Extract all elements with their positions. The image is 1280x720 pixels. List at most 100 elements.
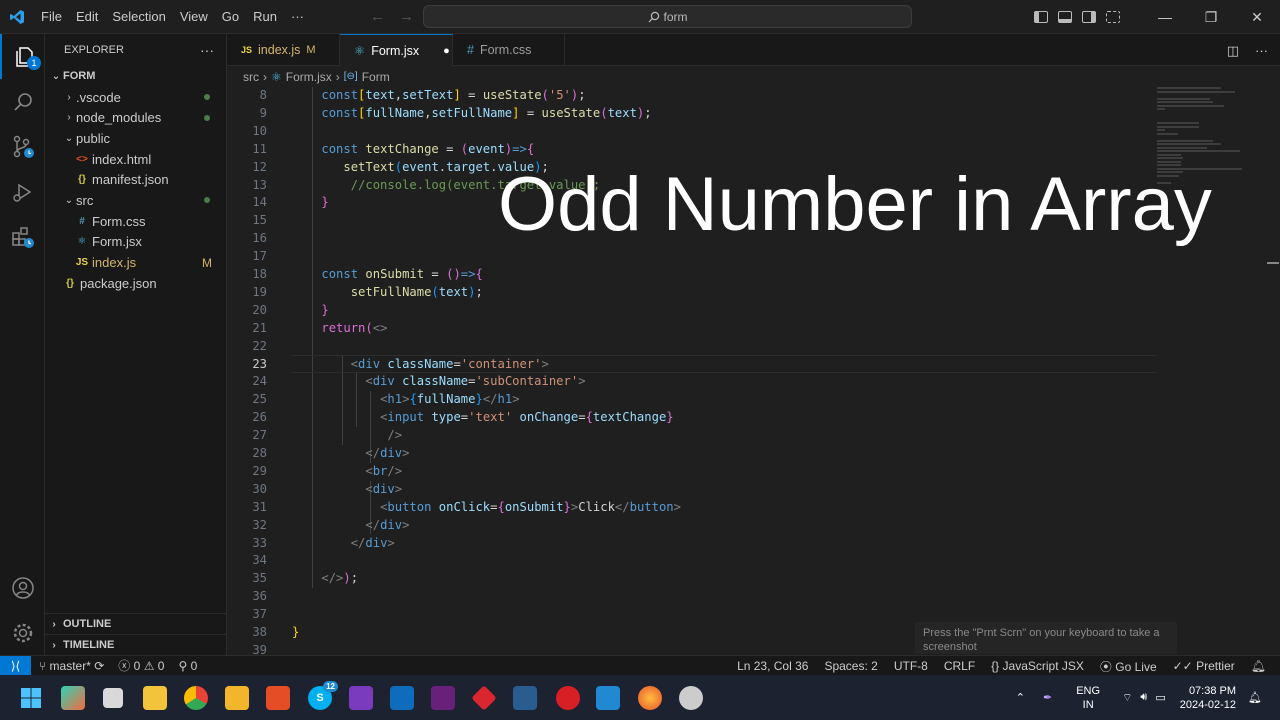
code-line[interactable]: 26 <input type='text' onChange={textChan… bbox=[227, 409, 1280, 427]
visual-studio-preview-icon[interactable] bbox=[349, 686, 373, 710]
cursor-position[interactable]: Ln 23, Col 36 bbox=[737, 659, 808, 673]
code-line[interactable]: 19 setFullName(text); bbox=[227, 284, 1280, 302]
code-line[interactable]: 27 /> bbox=[227, 427, 1280, 445]
notification-bell-icon[interactable]: 🔔︎ bbox=[1248, 691, 1262, 704]
unsaved-dot-icon[interactable]: ● bbox=[443, 45, 450, 57]
customize-layout-icon[interactable] bbox=[1106, 11, 1120, 23]
minimize-button[interactable]: — bbox=[1142, 0, 1188, 34]
language-indicator[interactable]: ENG IN bbox=[1076, 684, 1100, 712]
manage-activity[interactable] bbox=[0, 610, 45, 655]
copilot-icon[interactable] bbox=[61, 686, 85, 710]
task-view-icon[interactable] bbox=[103, 688, 123, 708]
chrome-icon[interactable] bbox=[184, 686, 208, 710]
code-line[interactable]: 33 </div> bbox=[227, 535, 1280, 553]
visual-studio-icon[interactable] bbox=[431, 686, 455, 710]
code-line[interactable]: 34 bbox=[227, 552, 1280, 570]
menu-more[interactable]: ··· bbox=[284, 9, 311, 24]
go-live-button[interactable]: ⦿ Go Live bbox=[1100, 658, 1157, 675]
menu-run[interactable]: Run bbox=[246, 9, 284, 24]
close-button[interactable]: ✕ bbox=[1234, 0, 1280, 34]
code-line[interactable]: 8 const[text,setText] = useState('5'); bbox=[227, 87, 1280, 105]
split-editor-icon[interactable]: ◫ bbox=[1227, 43, 1239, 59]
notifications-bell-icon[interactable]: 🔔︎ bbox=[1251, 659, 1266, 673]
accounts-activity[interactable] bbox=[0, 565, 45, 610]
file-encoding[interactable]: UTF-8 bbox=[894, 659, 928, 673]
ports-status[interactable]: ⚲ 0 bbox=[178, 659, 197, 673]
code-line[interactable]: 32 </div> bbox=[227, 517, 1280, 535]
breadcrumb-src[interactable]: src bbox=[243, 70, 259, 84]
code-line[interactable]: 18 const onSubmit = ()=>{ bbox=[227, 266, 1280, 284]
code-line[interactable]: 17 bbox=[227, 248, 1280, 266]
tree-item[interactable]: JS index.js M bbox=[45, 252, 226, 273]
tree-item[interactable]: › .vscode bbox=[45, 87, 226, 108]
code-line[interactable]: 21 return(<> bbox=[227, 320, 1280, 338]
tab-form-css[interactable]: # Form.css bbox=[453, 34, 565, 66]
battery-icon[interactable]: ▭ bbox=[1155, 691, 1165, 704]
code-line[interactable]: 9 const[fullName,setFullName] = useState… bbox=[227, 105, 1280, 123]
code-line[interactable]: 35 </>); bbox=[227, 570, 1280, 588]
code-line[interactable]: 20 } bbox=[227, 302, 1280, 320]
tree-item[interactable]: ⚛ Form.jsx bbox=[45, 232, 226, 253]
extensions-activity[interactable] bbox=[0, 214, 45, 259]
code-line[interactable]: 25 <h1>{fullName}</h1> bbox=[227, 391, 1280, 409]
toggle-secondary-sidebar-icon[interactable] bbox=[1082, 11, 1096, 23]
code-editor[interactable]: 39 38} 37 36 35 </>); 34 33 </div> 32 </div> 31 … bbox=[227, 87, 1280, 655]
code-line[interactable]: 36 bbox=[227, 588, 1280, 606]
search-activity[interactable] bbox=[0, 79, 45, 124]
explorer-activity[interactable]: 1 bbox=[0, 34, 45, 79]
timeline-section[interactable]: › TIMELINE bbox=[45, 634, 227, 655]
game-app-icon[interactable] bbox=[556, 686, 580, 710]
store-icon[interactable] bbox=[390, 686, 414, 710]
forward-arrow-icon[interactable]: → bbox=[399, 8, 414, 25]
tree-item[interactable]: › node_modules bbox=[45, 107, 226, 128]
menu-edit[interactable]: Edit bbox=[69, 9, 105, 24]
code-line[interactable]: 11 const textChange = (event)=>{ bbox=[227, 141, 1280, 159]
prettier-status[interactable]: ✓✓ Prettier bbox=[1173, 659, 1235, 673]
source-control-activity[interactable] bbox=[0, 124, 45, 169]
settings-taskbar-icon[interactable] bbox=[679, 686, 703, 710]
html5-app-icon[interactable] bbox=[266, 686, 290, 710]
back-arrow-icon[interactable]: ← bbox=[370, 8, 385, 25]
scrollbar-marker[interactable] bbox=[1267, 262, 1279, 264]
menu-view[interactable]: View bbox=[173, 9, 215, 24]
breadcrumb-symbol[interactable]: Form bbox=[362, 70, 390, 84]
branch-status[interactable]: ⑂ master* ⟳ bbox=[39, 659, 104, 673]
run-debug-activity[interactable] bbox=[0, 169, 45, 214]
problems-status[interactable]: ⓧ 0 ⚠ 0 bbox=[118, 657, 164, 674]
code-line[interactable]: 28 </div> bbox=[227, 445, 1280, 463]
volume-icon[interactable]: 🔊︎ bbox=[1140, 691, 1147, 704]
tab-form-jsx[interactable]: ⚛ Form.jsx ● bbox=[340, 34, 453, 66]
minimap[interactable] bbox=[1157, 87, 1267, 194]
code-line[interactable]: 10 bbox=[227, 123, 1280, 141]
wifi-icon[interactable]: ⌔ bbox=[1122, 691, 1132, 705]
menu-go[interactable]: Go bbox=[215, 9, 246, 24]
tray-overflow-icon[interactable]: ⌃ bbox=[1016, 691, 1025, 704]
more-actions-icon[interactable]: ··· bbox=[1255, 43, 1268, 59]
code-line[interactable]: 24 <div className='subContainer'> bbox=[227, 373, 1280, 391]
windows-start-icon[interactable] bbox=[19, 686, 43, 710]
widgets-icon[interactable] bbox=[143, 686, 167, 710]
tree-item[interactable]: <> index.html bbox=[45, 149, 226, 170]
remote-indicator[interactable]: ⟩⟨ bbox=[0, 655, 31, 676]
vscode-taskbar-icon[interactable] bbox=[596, 686, 620, 710]
pen-app-icon[interactable]: ✒ bbox=[1043, 691, 1052, 704]
toggle-panel-icon[interactable] bbox=[1058, 11, 1072, 23]
menu-selection[interactable]: Selection bbox=[105, 9, 172, 24]
code-line[interactable]: 22 bbox=[227, 338, 1280, 356]
code-line[interactable]: 29 <br/> bbox=[227, 463, 1280, 481]
terminal-app-icon[interactable] bbox=[513, 686, 537, 710]
maximize-button[interactable]: ❐ bbox=[1188, 0, 1234, 34]
language-mode[interactable]: {} JavaScript JSX bbox=[991, 659, 1084, 673]
tree-item[interactable]: {} manifest.json bbox=[45, 169, 226, 190]
file-explorer-icon[interactable] bbox=[225, 686, 249, 710]
tree-item[interactable]: {} package.json bbox=[45, 273, 226, 294]
tree-item[interactable]: ⌄ src bbox=[45, 190, 226, 211]
skype-icon[interactable]: S 12 bbox=[308, 681, 338, 710]
clock[interactable]: 07:38 PM 2024-02-12 bbox=[1180, 684, 1236, 712]
end-of-line[interactable]: CRLF bbox=[944, 659, 975, 673]
explorer-more-button[interactable]: ··· bbox=[200, 42, 214, 58]
indentation[interactable]: Spaces: 2 bbox=[824, 659, 877, 673]
code-line[interactable]: 31 <button onClick={onSubmit}>Click</but… bbox=[227, 499, 1280, 517]
tree-item[interactable]: ⌄ public bbox=[45, 128, 226, 149]
menu-file[interactable]: File bbox=[34, 9, 69, 24]
